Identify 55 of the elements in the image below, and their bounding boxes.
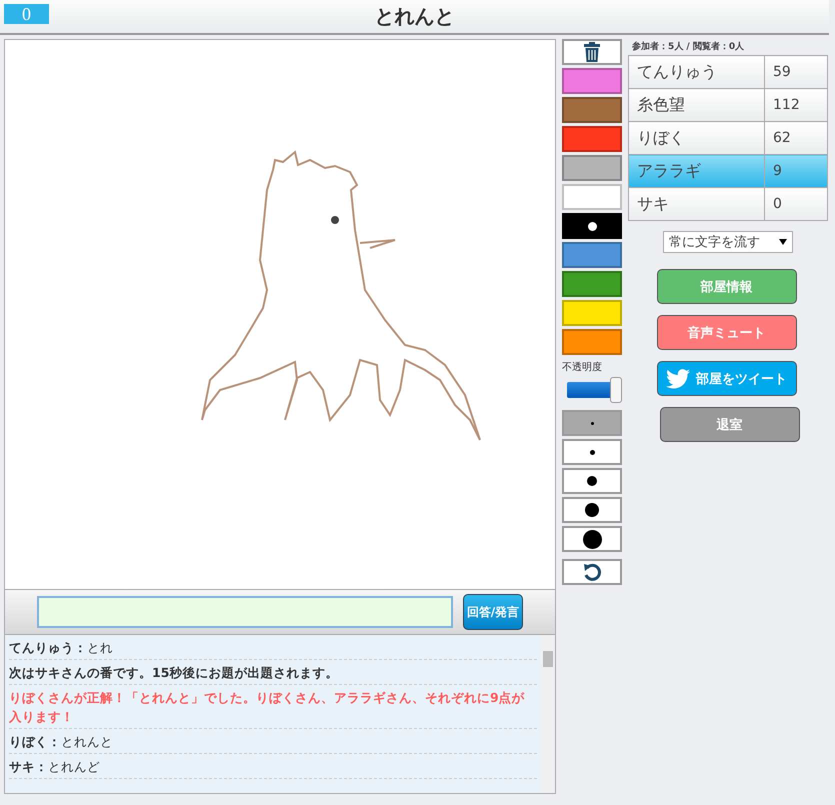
player-score: 112 [764,88,828,122]
player-name: 糸色望 [628,88,764,122]
player-name: サキ [628,188,764,220]
room-button[interactable]: 退室 [660,407,800,442]
scrollbar[interactable] [541,635,555,793]
brush-size-button[interactable] [562,468,622,494]
selected-dot-icon [588,222,596,230]
bird-icon [666,368,690,388]
room-info: 参加者：5人 / 閲覧者：0人 [632,40,744,54]
chat-message: てんりゅう：とれ [9,635,537,660]
drawing-canvas[interactable] [4,39,556,590]
color-swatch[interactable] [562,300,622,326]
color-swatch[interactable] [562,213,622,239]
player-name: りぼく [628,122,764,154]
color-swatch[interactable] [562,329,622,355]
opacity-slider[interactable] [564,377,622,403]
color-swatch[interactable] [562,242,622,268]
dot-icon [582,530,602,548]
score-badge: 0 [4,4,49,24]
chat-message: りぼく：とれんと [9,729,537,754]
player-score: 62 [764,122,828,154]
answer-button[interactable]: 回答/発言 [463,594,523,630]
undo-icon [583,563,601,581]
undo-button[interactable] [562,559,622,585]
chat-message: サキ：とれんど [9,754,537,779]
color-swatch[interactable] [562,68,622,94]
brush-size-button[interactable] [562,497,622,523]
color-swatch[interactable] [562,155,622,181]
player-score: 9 [764,154,828,188]
chat-message: りぼくさんが正解！「とれんと」でした。りぼくさん、アララギさん、それぞれに9点が入ります！ [9,685,537,729]
chat-message: 次はサキさんの番です。15秒後にお題が出題されます。 [9,660,537,685]
slider-thumb[interactable] [610,377,622,403]
word-title: とれんと [374,3,454,30]
dropdown-arrow-icon [779,239,787,245]
trash-button[interactable] [562,39,622,65]
dot-icon [590,450,594,454]
color-swatch[interactable] [562,271,622,297]
room-button[interactable]: 音声ミュート [656,315,796,350]
player-score: 59 [764,56,828,88]
opacity-label: 不透明度 [562,360,603,374]
color-swatch[interactable] [562,97,622,123]
scroll-mode-select[interactable]: 常に文字を流す [663,231,793,253]
dot-icon [590,422,594,424]
trash-icon [584,42,600,62]
color-swatch[interactable] [562,184,622,210]
player-name: アララギ [628,154,764,188]
room-button[interactable]: 部屋をツイート [656,361,796,396]
dot-icon [587,476,597,486]
dot-icon [585,503,599,517]
player-score: 0 [764,188,828,220]
color-swatch[interactable] [562,126,622,152]
answer-field[interactable] [37,596,453,628]
brush-size-button[interactable] [562,526,622,552]
room-button[interactable]: 部屋情報 [656,269,796,304]
player-name: てんりゅう [628,56,764,88]
